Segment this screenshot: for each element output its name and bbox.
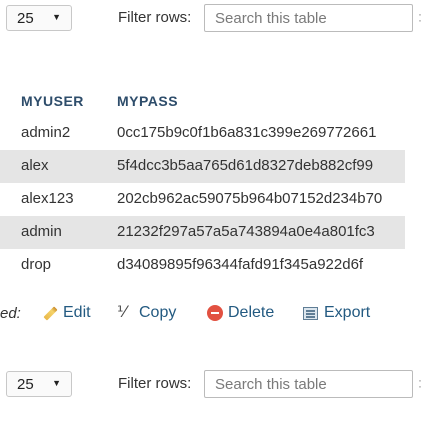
- table-row[interactable]: admin2 0cc175b9c0f1b6a831c399e269772661: [0, 117, 405, 150]
- cell-myuser: alex123: [21, 190, 74, 207]
- cell-mypass: d34089895f96344fafd91f345a922d6f: [117, 256, 364, 273]
- cell-myuser: drop: [21, 256, 52, 273]
- export-label: Export: [324, 304, 371, 321]
- rows-per-page-select[interactable]: 25 ▼: [6, 371, 72, 397]
- copy-label: Copy: [139, 304, 177, 321]
- chevron-down-icon: ▼: [52, 378, 61, 388]
- edit-button[interactable]: Edit: [41, 302, 91, 324]
- table-row[interactable]: drop d34089895f96344fafd91f345a922d6f: [0, 249, 405, 282]
- query-results-actions: ed: Edit ⅟ Copy Delete Export: [0, 298, 423, 328]
- copy-icon: ⅟: [117, 304, 127, 321]
- delete-button[interactable]: Delete: [206, 302, 274, 324]
- table-row[interactable]: admin 21232f297a57a5a743894a0e4a801fc3: [0, 216, 405, 249]
- cell-myuser: admin: [21, 223, 62, 240]
- column-header-mypass[interactable]: MYPASS: [117, 93, 178, 109]
- cell-myuser: admin2: [21, 124, 71, 141]
- overflow-dots: · ·: [418, 7, 422, 27]
- rows-per-page-select[interactable]: 25 ▼: [6, 5, 72, 31]
- filter-search-input[interactable]: Search this table: [204, 370, 413, 398]
- export-button[interactable]: Export: [302, 302, 370, 324]
- bottom-toolbar: 25 ▼ Filter rows: Search this table · ·: [0, 368, 423, 398]
- cell-myuser: alex: [21, 157, 49, 174]
- cell-mypass: 202cb962ac59075b964b07152d234b70: [117, 190, 383, 207]
- edit-label: Edit: [63, 304, 91, 321]
- copy-button[interactable]: ⅟ Copy: [117, 302, 176, 324]
- filter-label: Filter rows:: [118, 9, 192, 26]
- cell-mypass: 0cc175b9c0f1b6a831c399e269772661: [117, 124, 377, 141]
- chevron-down-icon: ▼: [52, 12, 61, 22]
- filter-label: Filter rows:: [118, 375, 192, 392]
- filter-search-input[interactable]: Search this table: [204, 4, 413, 32]
- table-row[interactable]: alex 5f4dcc3b5aa765d61d8327deb882cf99: [0, 150, 405, 183]
- cell-mypass: 5f4dcc3b5aa765d61d8327deb882cf99: [117, 157, 374, 174]
- table-row[interactable]: alex123 202cb962ac59075b964b07152d234b70: [0, 183, 405, 216]
- filter-placeholder: Search this table: [215, 10, 327, 27]
- pencil-icon: [41, 304, 59, 322]
- export-icon: [302, 304, 320, 322]
- filter-placeholder: Search this table: [215, 376, 327, 393]
- cell-mypass: 21232f297a57a5a743894a0e4a801fc3: [117, 223, 375, 240]
- rows-per-page-value: 25: [17, 10, 34, 27]
- overflow-dots: · ·: [418, 373, 422, 393]
- rows-per-page-value: 25: [17, 376, 34, 393]
- actions-prefix: ed:: [0, 305, 21, 322]
- delete-icon: [206, 304, 224, 322]
- delete-label: Delete: [228, 304, 275, 321]
- table-header: MYUSER MYPASS: [0, 89, 423, 115]
- top-toolbar: 25 ▼ Filter rows: Search this table · ·: [0, 2, 423, 32]
- column-header-myuser[interactable]: MYUSER: [21, 93, 84, 109]
